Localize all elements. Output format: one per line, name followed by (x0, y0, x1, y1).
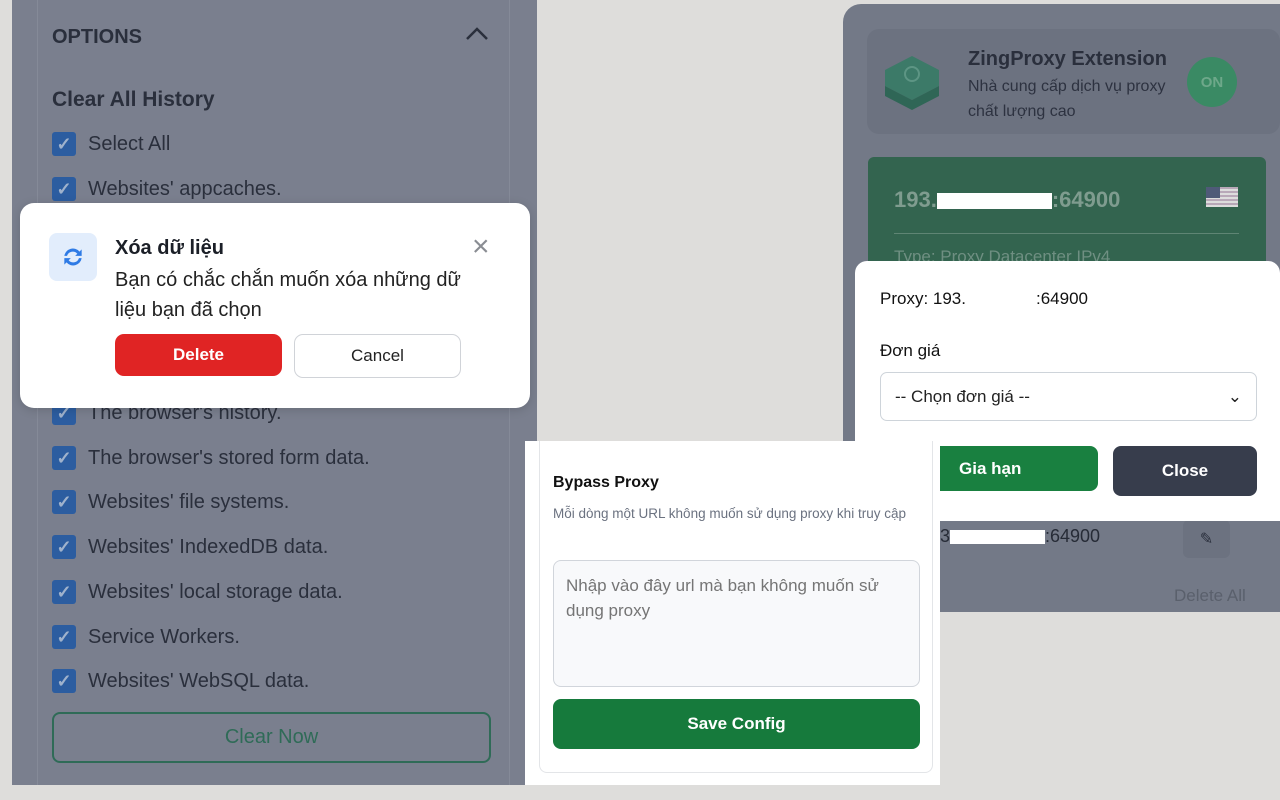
app-name: ZingProxy Extension (968, 48, 1167, 70)
power-toggle[interactable]: ON (1187, 57, 1237, 107)
checkbox-item[interactable]: ✓ Websites' WebSQL data. (52, 669, 309, 693)
price-label: Đơn giá (880, 341, 941, 360)
dialog-title: Xóa dữ liệu (115, 237, 224, 259)
proxy-ip: 193. :64900 (894, 187, 1120, 213)
checkbox-label: Websites' local storage data. (88, 580, 343, 603)
checkbox[interactable]: ✓ (52, 535, 76, 559)
checkbox-label: Select All (88, 132, 171, 155)
ip-prefix: 193. (894, 187, 937, 212)
ip-suffix: :64900 (1045, 526, 1101, 546)
ip-suffix: :64900 (1051, 187, 1121, 212)
checkbox-item[interactable]: ✓ Select All (52, 132, 170, 156)
delete-all-link[interactable]: Delete All (1174, 586, 1246, 606)
checkbox[interactable]: ✓ (52, 625, 76, 649)
bypass-title: Bypass Proxy (553, 474, 659, 491)
checkbox-item[interactable]: ✓ Websites' IndexedDB data. (52, 535, 328, 559)
checkbox-label: Websites' file systems. (88, 490, 290, 513)
checkbox[interactable]: ✓ (52, 669, 76, 693)
checkbox-item[interactable]: ✓ Service Workers. (52, 625, 240, 649)
cancel-button[interactable]: Cancel (294, 334, 461, 378)
checkbox-label: Websites' WebSQL data. (88, 669, 310, 692)
logo-icon (885, 56, 939, 110)
checkbox-item[interactable]: ✓ Websites' file systems. (52, 490, 289, 514)
us-flag-icon (1206, 187, 1238, 207)
checkbox-label: Websites' appcaches. (88, 177, 282, 200)
chevron-up-icon[interactable] (464, 24, 490, 44)
modal-proxy: Proxy: 193. :64900 (880, 289, 1088, 309)
select-value: -- Chọn đơn giá -- (895, 386, 1030, 406)
redacted (936, 193, 1052, 210)
delete-button[interactable]: Delete (115, 334, 282, 376)
save-config-button[interactable]: Save Config (553, 699, 920, 749)
options-title: OPTIONS (52, 26, 143, 48)
checkbox-label: Service Workers. (88, 625, 240, 648)
bypass-panel: Bypass Proxy Mỗi dòng một URL không muốn… (525, 441, 940, 785)
ip-prefix: 3 (940, 526, 951, 546)
proxy-card[interactable]: 193.:64900 Type: Proxy Datacenter IPv4 (868, 157, 1266, 267)
close-icon[interactable]: × (472, 232, 490, 262)
proxy-suffix: :64900 (1036, 289, 1088, 308)
confirm-dialog: Xóa dữ liệu Bạn có chắc chắn muốn xóa nh… (20, 203, 530, 408)
edit-icon[interactable]: ✎ (1183, 520, 1230, 558)
checkbox[interactable]: ✓ (52, 132, 76, 156)
checkbox-item[interactable]: ✓ Websites' appcaches. (52, 177, 282, 201)
clear-history-title: Clear All History (52, 88, 215, 111)
refresh-icon (49, 233, 97, 281)
checkbox-label: Websites' IndexedDB data. (88, 535, 329, 558)
checkbox[interactable]: ✓ (52, 446, 76, 470)
chevron-down-icon: ⌄ (1227, 386, 1242, 406)
checkbox[interactable]: ✓ (52, 580, 76, 604)
close-button[interactable]: Close (1113, 446, 1257, 496)
proxy-list-item[interactable]: 3 :64900 (940, 526, 1100, 547)
checkbox-item[interactable]: ✓ The browser's stored form data. (52, 446, 370, 470)
divider (894, 233, 1239, 234)
app-subtitle: Nhà cung cấp dịch vụ proxy chất lượng ca… (968, 78, 1166, 120)
checkbox[interactable]: ✓ (52, 490, 76, 514)
proxy-label: Proxy: 193. (880, 289, 966, 308)
bypass-url-input[interactable] (553, 560, 920, 687)
checkbox[interactable]: ✓ (52, 177, 76, 201)
price-select[interactable]: -- Chọn đơn giá -- ⌄ (880, 372, 1257, 421)
redacted (966, 297, 1036, 302)
checkbox-label: The browser's stored form data. (88, 446, 370, 469)
clear-now-button[interactable]: Clear Now (52, 712, 491, 763)
redacted (950, 530, 1046, 545)
checkbox-item[interactable]: ✓ Websites' local storage data. (52, 580, 343, 604)
bypass-description: Mỗi dòng một URL không muốn sử dụng prox… (553, 506, 906, 521)
dialog-message: Bạn có chắc chắn muốn xóa những dữ liệu … (115, 269, 461, 321)
